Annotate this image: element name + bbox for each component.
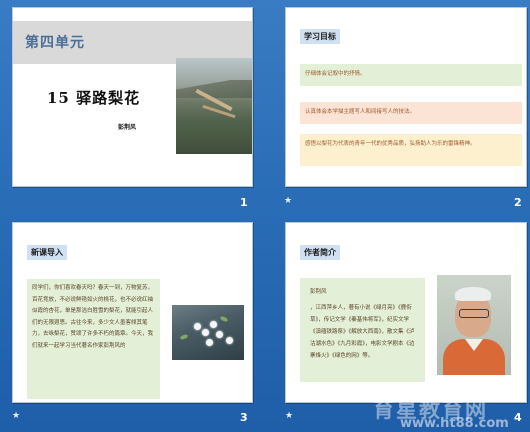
goal-text-3: 感悟以梨花为代表的青年一代的优秀品质，弘扬助人为乐的雷锋精神。 [305, 141, 476, 147]
pear-blossom-photo [172, 305, 244, 360]
blossom-shape [194, 323, 201, 330]
transition-star-icon[interactable]: ★ [12, 411, 20, 421]
unit-title: 第四单元 [25, 35, 85, 51]
goal-text-1: 仔细体会记叙中的抒情。 [305, 71, 366, 77]
slide-number-1: 1 [240, 196, 248, 209]
author-bio-box: 彭荆风 ，江西萍乡人，著有小说《绿月亮》《鹿衔草》，传记文学《秦基伟将军》，纪实文… [300, 278, 425, 382]
author-label: 彭荆风 [118, 124, 137, 131]
intro-text: 同学们，你们喜欢春天吗？春天一到，万物复苏，百花竞放，不必说鲜艳如火的桃花，也不… [32, 285, 154, 349]
blossom-shape [216, 331, 223, 338]
mountain-ridge [176, 80, 252, 98]
blossom-shape [206, 339, 213, 346]
slide-thumbnail-2[interactable]: 学习目标 仔细体会记叙中的抒情。 认真体会本学描主题写人和间接写人的技法。 感悟… [285, 7, 527, 187]
mountain-road-photo [176, 58, 252, 154]
watermark-url: www.ht88.com [400, 416, 509, 431]
goal-item-3: 感悟以梨花为代表的青年一代的优秀品质，弘扬助人为乐的雷锋精神。 [300, 134, 522, 166]
slide-number-3: 3 [240, 411, 248, 424]
glasses-shape [459, 309, 489, 318]
slide-heading: 新课导入 [27, 245, 67, 260]
blossom-shape [210, 321, 217, 328]
leaf-shape [219, 315, 229, 323]
goal-text-2: 认真体会本学描主题写人和间接写人的技法。 [305, 109, 416, 115]
intro-text-box: 同学们，你们喜欢春天吗？春天一到，万物复苏，百花竞放，不必说鲜艳如火的桃花，也不… [27, 279, 160, 399]
slide-thumbnail-4[interactable]: 作者简介 彭荆风 ，江西萍乡人，著有小说《绿月亮》《鹿衔草》，传记文学《秦基伟将军… [285, 222, 527, 403]
slide-heading: 作者简介 [300, 245, 340, 260]
transition-star-icon[interactable]: ★ [285, 411, 293, 421]
hair-shape [455, 287, 491, 301]
slide-number-4: 4 [514, 411, 522, 424]
slide-number-2: 2 [514, 196, 522, 209]
slide-heading: 学习目标 [300, 29, 340, 44]
lesson-title: 15 驿路梨花 [47, 89, 141, 107]
blossom-shape [226, 337, 233, 344]
author-bio: 彭荆风 ，江西萍乡人，著有小说《绿月亮》《鹿衔草》，传记文学《秦基伟将军》，纪实文… [300, 278, 425, 362]
transition-star-icon[interactable]: ★ [284, 196, 292, 206]
slide-thumbnail-3[interactable]: 新课导入 同学们，你们喜欢春天吗？春天一到，万物复苏，百花竞放，不必说鲜艳如火的… [12, 222, 253, 403]
leaf-shape [179, 333, 189, 341]
author-bio-text: ，江西萍乡人，著有小说《绿月亮》《鹿衔草》，传记文学《秦基伟将军》，纪实文学《滇… [310, 305, 415, 359]
goal-item-1: 仔细体会记叙中的抒情。 [300, 64, 522, 86]
slide-thumbnail-1[interactable]: 第四单元 15 驿路梨花 彭荆风 [12, 7, 253, 187]
author-portrait-photo [437, 275, 511, 375]
goal-item-2: 认真体会本学描主题写人和间接写人的技法。 [300, 102, 522, 124]
blossom-shape [202, 329, 209, 336]
author-name: 彭荆风 [310, 289, 327, 295]
